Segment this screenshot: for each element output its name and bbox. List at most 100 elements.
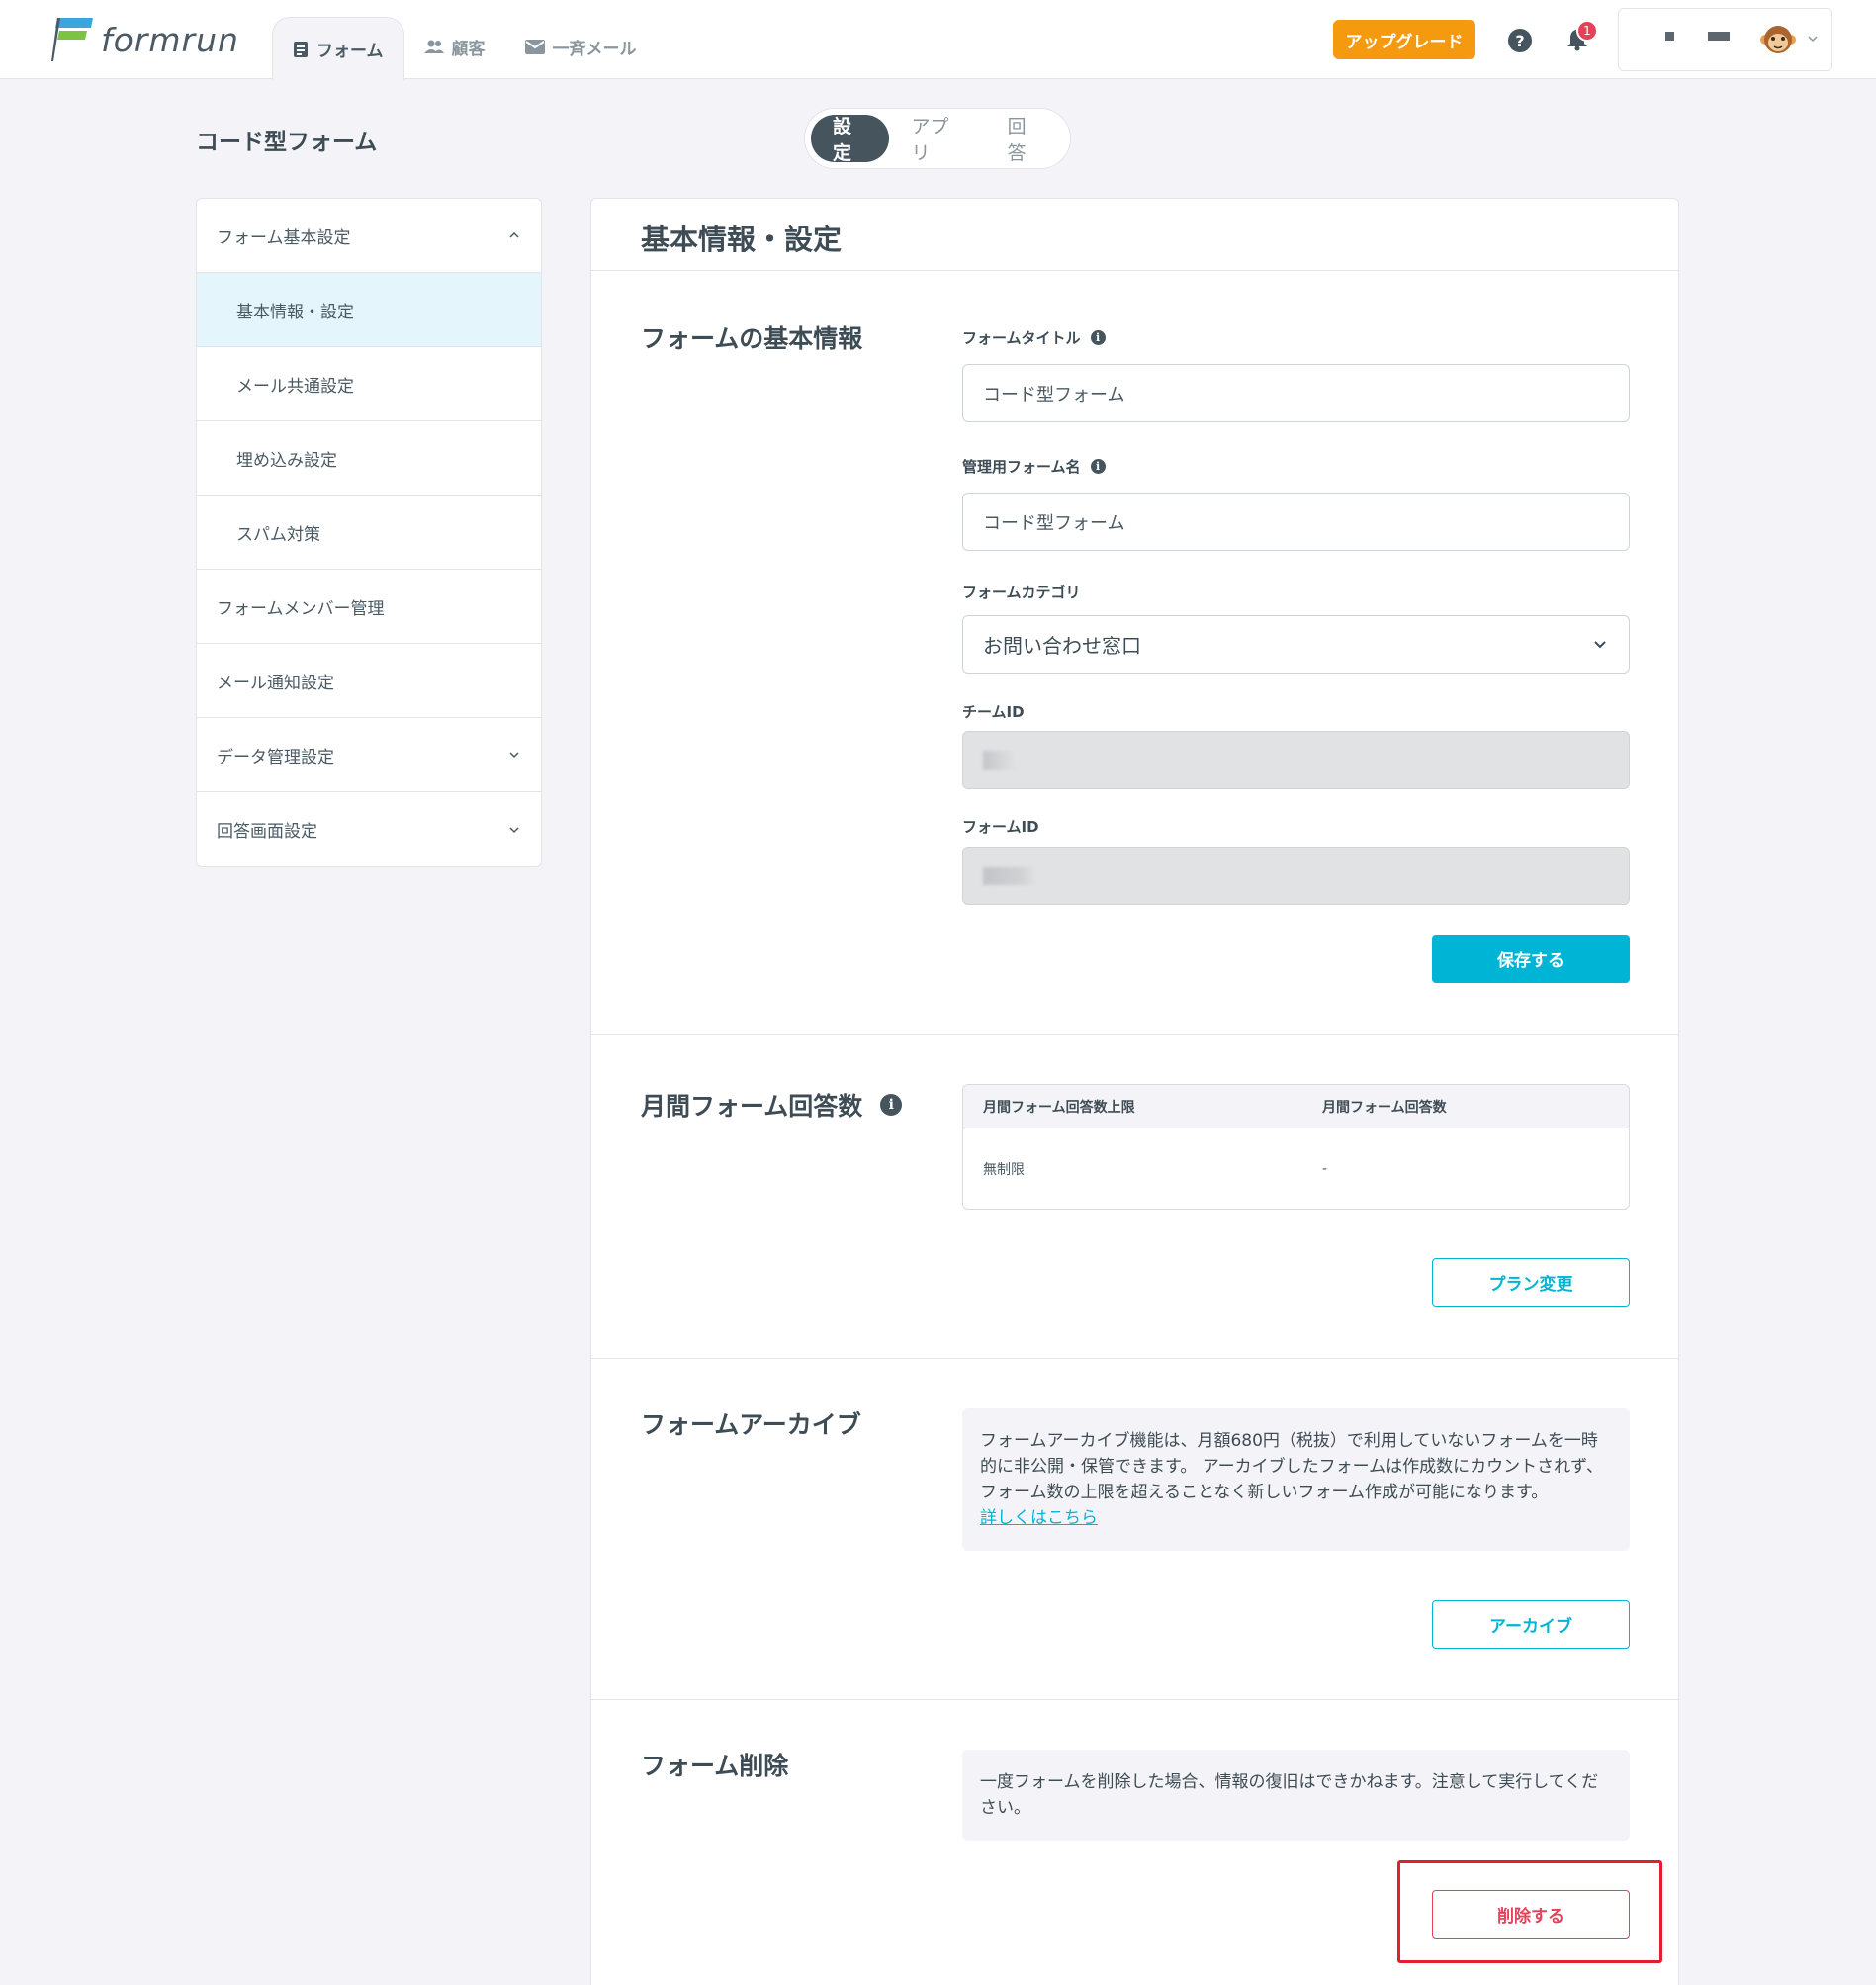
monthly-response-table: 月間フォーム回答数上限 月間フォーム回答数 無制限 - [962,1084,1630,1210]
tab-bulk-mail-label: 一斉メール [552,39,637,59]
form-id-field [962,847,1630,905]
tab-customers[interactable]: 顧客 [404,17,505,76]
segment-apps[interactable]: アプリ [889,115,985,164]
info-icon[interactable]: i [1090,459,1106,474]
archive-button[interactable]: アーカイブ [1432,1600,1630,1649]
sidebar-item-label: データ管理設定 [217,747,334,767]
sidebar-item-basic-info[interactable]: 基本情報・設定 [197,273,541,347]
cell-count: - [1322,1161,1328,1177]
cell-limit: 無制限 [983,1162,1025,1178]
sidebar-item-label: フォーム基本設定 [217,227,351,248]
upgrade-button[interactable]: アップグレード [1333,20,1475,59]
sidebar-item-response-screen[interactable]: 回答画面設定 [197,792,541,866]
formrun-logo[interactable]: formrun [51,18,239,61]
top-header: formrun フォーム 顧客 一斉メール アップグレード ? 1 [0,0,1876,80]
category-label: フォームカテゴリ [962,582,1081,602]
divider [591,270,1678,271]
archive-note: フォームアーカイブ機能は、月額680円（税抜）で利用していないフォームを一時的に… [962,1408,1630,1551]
account-redacted-mark [1665,32,1674,41]
divider [591,1034,1678,1035]
section-title-text: 月間フォーム回答数 [641,1092,863,1121]
chevron-down-icon [509,752,519,759]
input-value: コード型フォーム [983,512,1125,534]
delete-note: 一度フォームを削除した場合、情報の復旧はできかねます。注意して実行してください。 [962,1750,1630,1841]
chevron-down-icon [1594,640,1606,648]
section-title-monthly: 月間フォーム回答数 i [641,1087,903,1123]
sidebar-item-label: メール共通設定 [236,376,354,397]
sidebar-item-members[interactable]: フォームメンバー管理 [197,570,541,644]
account-redacted-mark [1708,32,1730,41]
plan-change-button[interactable]: プラン変更 [1432,1258,1630,1307]
tab-form[interactable]: フォーム [272,17,404,80]
team-id-label: チームID [962,701,1025,722]
sidebar-item-mail-common[interactable]: メール共通設定 [197,347,541,421]
section-title-archive: フォームアーカイブ [641,1405,861,1441]
sidebar-item-spam[interactable]: スパム対策 [197,496,541,570]
table-header: 月間フォーム回答数上限 月間フォーム回答数 [963,1085,1629,1128]
input-value: コード型フォーム [983,384,1125,406]
info-icon[interactable]: i [1090,330,1106,345]
settings-panel: 基本情報・設定 フォームの基本情報 フォームタイトル i コード型フォーム 管理… [590,198,1679,1985]
team-id-field [962,731,1630,789]
select-value: お問い合わせ窓口 [983,634,1141,658]
sidebar-item-label: 回答画面設定 [217,822,317,842]
column-header-limit: 月間フォーム回答数上限 [983,1099,1135,1116]
sidebar-item-data-management[interactable]: データ管理設定 [197,718,541,792]
label-text: フォームID [962,818,1039,836]
avatar[interactable] [1760,22,1796,57]
save-button[interactable]: 保存する [1432,935,1630,983]
section-title-text: フォームの基本情報 [641,324,863,353]
segment-settings[interactable]: 設定 [811,115,890,164]
section-title-basic-info: フォームの基本情報 [641,319,862,355]
section-title-delete: フォーム削除 [641,1747,788,1782]
admin-name-input[interactable]: コード型フォーム [962,493,1630,551]
info-icon[interactable]: i [880,1094,903,1116]
redacted-value [983,750,1017,770]
tab-customers-label: 顧客 [451,39,486,59]
tab-bulk-mail[interactable]: 一斉メール [505,17,657,76]
redacted-value [983,866,1036,885]
category-select[interactable]: お問い合わせ窓口 [962,615,1630,674]
formrun-logo-icon [51,18,93,61]
chevron-down-icon[interactable] [1806,32,1820,45]
label-text: チームID [962,703,1025,721]
form-title-input[interactable]: コード型フォーム [962,364,1630,422]
highlight-box [1397,1860,1662,1963]
people-icon [423,39,444,54]
sidebar-item-label: メール通知設定 [217,673,334,693]
learn-more-link[interactable]: 詳しくはこちら [980,1508,1098,1528]
page-title: コード型フォーム [196,130,378,155]
form-id-label: フォームID [962,816,1039,837]
divider [591,1358,1678,1359]
sidebar-item-label: 基本情報・設定 [236,302,354,322]
panel-title: 基本情報・設定 [641,223,843,256]
form-title-label: フォームタイトル i [962,327,1106,348]
mail-icon [524,39,545,54]
segment-responses[interactable]: 回答 [986,115,1064,164]
section-title-text: フォーム削除 [641,1752,789,1780]
document-icon [293,41,309,58]
sidebar-item-label: 埋め込み設定 [236,450,337,471]
notification-badge: 1 [1576,20,1598,42]
label-text: 管理用フォーム名 [962,458,1081,476]
help-icon[interactable]: ? [1508,29,1532,52]
label-text: フォームカテゴリ [962,584,1081,601]
delete-note-text: 一度フォームを削除した場合、情報の復旧はできかねます。注意して実行してください。 [980,1772,1599,1818]
sidebar-item-label: スパム対策 [236,524,320,545]
main-nav: フォーム 顧客 一斉メール [272,17,657,80]
sidebar-item-label: フォームメンバー管理 [217,598,385,619]
column-header-count: 月間フォーム回答数 [1322,1099,1447,1116]
view-segmented-control: 設定 アプリ 回答 [804,108,1071,169]
sidebar-item-embed[interactable]: 埋め込み設定 [197,421,541,496]
sidebar-item-mail-notification[interactable]: メール通知設定 [197,644,541,718]
label-text: フォームタイトル [962,329,1081,347]
archive-note-text: フォームアーカイブ機能は、月額680円（税抜）で利用していないフォームを一時的に… [980,1431,1603,1502]
table-row: 無制限 - [963,1128,1629,1209]
divider [591,1699,1678,1700]
tab-form-label: フォーム [316,42,384,61]
sidebar-item-form-basic-settings[interactable]: フォーム基本設定 [197,199,541,273]
chevron-down-icon [509,826,519,833]
admin-name-label: 管理用フォーム名 i [962,456,1106,477]
chevron-up-icon [509,231,519,238]
settings-sidebar: フォーム基本設定 基本情報・設定 メール共通設定 埋め込み設定 スパム対策 フォ… [196,198,542,867]
